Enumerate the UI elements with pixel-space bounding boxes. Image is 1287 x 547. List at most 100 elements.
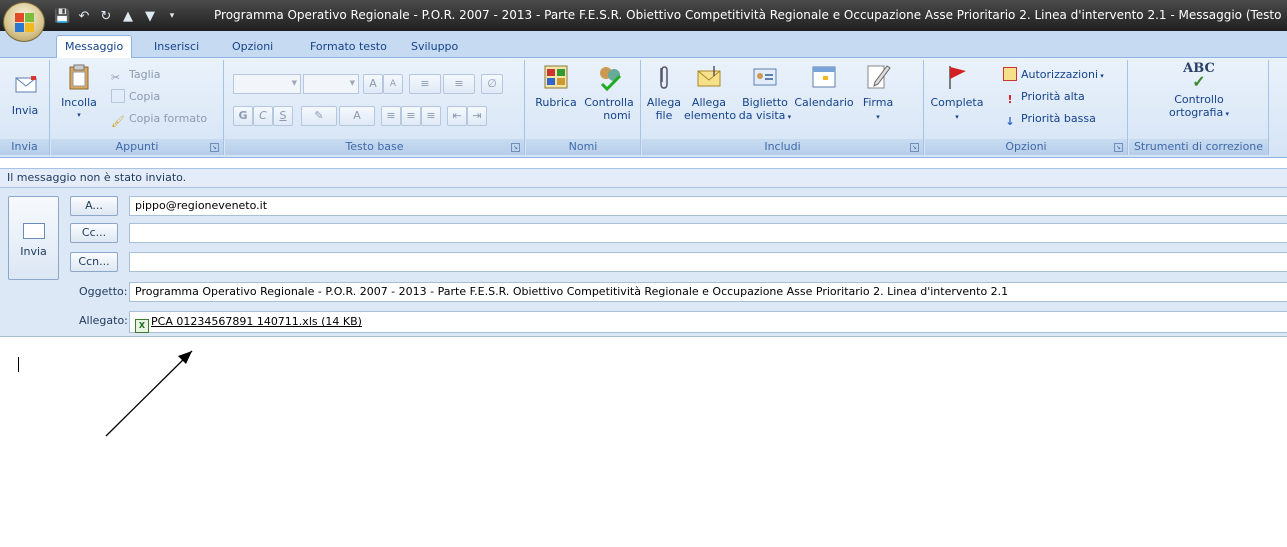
cc-button[interactable]: Cc...	[70, 223, 118, 243]
chevron-down-icon: ▼	[349, 79, 355, 87]
underline-label: S	[279, 109, 287, 122]
signature-button[interactable]: Firma ▾	[858, 62, 898, 124]
spelling-abc-icon: ABC ✓	[1149, 62, 1249, 91]
undo-icon[interactable]: ↶	[76, 9, 92, 24]
attachment-link[interactable]: PCA 01234567891 140711.xls (14 KB)	[151, 315, 362, 328]
text-caret	[18, 357, 19, 372]
decrease-indent-icon: ⇤	[452, 109, 462, 122]
window-title: Programma Operativo Regionale - P.O.R. 2…	[214, 8, 1284, 22]
align-right-button[interactable]: ≡	[421, 106, 441, 126]
font-color-icon: A	[353, 109, 361, 122]
info-bar: Il messaggio non è stato inviato.	[0, 168, 1287, 188]
attach-file-label-1: Allega	[646, 96, 682, 109]
tab-messaggio[interactable]: Messaggio	[56, 35, 133, 59]
send-button[interactable]: Invia	[6, 70, 44, 117]
highlight-button[interactable]: ✎	[301, 106, 337, 126]
underline-button[interactable]: S	[273, 106, 293, 126]
grow-font-button[interactable]: A	[363, 74, 383, 94]
outlook-compose-window: 💾 ↶ ↻ ▲ ▼ ▾ Programma Operativo Regional…	[0, 0, 1287, 547]
calendar-icon	[812, 66, 836, 88]
tab-opzioni[interactable]: Opzioni	[224, 37, 281, 58]
bcc-button[interactable]: Ccn...	[70, 252, 118, 272]
bcc-field[interactable]	[129, 252, 1287, 272]
cc-field[interactable]	[129, 223, 1287, 243]
tab-sviluppo[interactable]: Sviluppo	[403, 37, 466, 58]
format-painter-button[interactable]: 🖌 Copia formato	[111, 110, 207, 128]
calendar-label: Calendario	[794, 96, 854, 109]
exclamation-icon: !	[1007, 93, 1013, 106]
permissions-label: Autorizzazioni	[1021, 68, 1098, 81]
attach-item-button[interactable]: Allega elemento	[684, 62, 737, 122]
ribbon-tabs: Messaggio Inserisci Opzioni Formato test…	[0, 31, 1287, 59]
to-field[interactable]: pippo@regioneveneto.it	[129, 196, 1287, 216]
bold-button[interactable]: G	[233, 106, 253, 126]
checkmark-icon: ✓	[1192, 72, 1206, 91]
clear-format-button[interactable]: ∅	[481, 74, 503, 94]
business-card-button[interactable]: Biglietto da visita ▾	[738, 62, 792, 124]
includi-launcher-icon[interactable]: ↘	[910, 143, 919, 152]
shrink-font-button[interactable]: A	[383, 74, 403, 94]
align-left-button[interactable]: ≡	[381, 106, 401, 126]
group-label-testo-base: Testo base	[225, 139, 524, 155]
paste-button[interactable]: Incolla ▾	[59, 62, 99, 122]
office-button[interactable]	[3, 2, 45, 42]
decrease-indent-button[interactable]: ⇤	[447, 106, 467, 126]
next-item-icon[interactable]: ▼	[142, 9, 158, 24]
ribbon: Invia Invia Incolla ▾ ✂ Taglia Copia 🖌 Cop…	[0, 58, 1287, 158]
format-painter-icon: 🖌	[111, 115, 125, 128]
cut-button[interactable]: ✂ Taglia	[111, 66, 160, 84]
subject-label: Oggetto:	[79, 285, 128, 298]
font-color-button[interactable]: A	[339, 106, 375, 126]
font-size-combo[interactable]: ▼	[303, 74, 359, 94]
chevron-down-icon: ▼	[291, 79, 297, 87]
address-book-button[interactable]: Rubrica	[532, 62, 580, 109]
font-name-combo[interactable]: ▼	[233, 74, 301, 94]
group-appunti: Incolla ▾ ✂ Taglia Copia 🖌 Copia formato A…	[51, 60, 224, 155]
compose-send-button[interactable]: Invia	[8, 196, 59, 280]
copy-button[interactable]: Copia	[111, 88, 160, 106]
check-names-label-1: Controlla	[584, 96, 634, 109]
tab-formato-testo[interactable]: Formato testo	[302, 37, 395, 58]
increase-indent-button[interactable]: ⇥	[467, 106, 487, 126]
annotation-arrow-icon	[105, 350, 193, 437]
previous-item-icon[interactable]: ▲	[120, 9, 136, 24]
group-testo-base: ▼ ▼ A A ≡ ≡ ∅ G C S ✎ A ≡ ≡ ≡ ⇤ ⇥ Testo …	[225, 60, 525, 155]
save-icon[interactable]: 💾	[54, 9, 70, 24]
spelling-button[interactable]: ABC ✓ Controllo ortografia ▾	[1149, 62, 1249, 121]
check-names-button[interactable]: Controlla nomi	[582, 62, 636, 122]
low-priority-button[interactable]: ↓ Priorità bassa	[1003, 110, 1095, 128]
testo-base-label-text: Testo base	[345, 140, 404, 153]
down-arrow-icon: ↓	[1005, 115, 1015, 128]
appunti-launcher-icon[interactable]: ↘	[210, 143, 219, 152]
to-button[interactable]: A...	[70, 196, 118, 216]
group-label-strumenti: Strumenti di correzione	[1129, 139, 1268, 155]
copy-icon	[111, 89, 125, 103]
attach-file-button[interactable]: Allega file	[646, 62, 682, 122]
bullets-button[interactable]: ≡	[409, 74, 441, 94]
attach-item-label-2: elemento	[684, 109, 737, 122]
follow-up-label: Completa	[930, 96, 984, 109]
shrink-font-label: A	[389, 79, 397, 89]
follow-up-button[interactable]: Completa ▾	[927, 62, 987, 124]
high-priority-button[interactable]: ! Priorità alta	[1003, 88, 1084, 106]
redo-icon[interactable]: ↻	[98, 9, 114, 24]
subject-field[interactable]: Programma Operativo Regionale - P.O.R. 2…	[129, 282, 1287, 302]
tab-inserisci[interactable]: Inserisci	[146, 37, 207, 58]
numbered-list-icon: ≡	[454, 77, 464, 90]
increase-indent-icon: ⇥	[472, 109, 482, 122]
customize-qat-icon[interactable]: ▾	[164, 11, 180, 21]
paperclip-icon	[660, 66, 668, 89]
paste-label: Incolla	[61, 96, 97, 109]
testo-base-launcher-icon[interactable]: ↘	[511, 143, 520, 152]
align-center-button[interactable]: ≡	[401, 106, 421, 126]
spelling-label-2: ortografia	[1169, 106, 1224, 119]
numbering-button[interactable]: ≡	[443, 74, 475, 94]
calendar-button[interactable]: Calendario	[792, 62, 856, 109]
spelling-label-1: Controllo	[1174, 93, 1224, 106]
italic-button[interactable]: C	[253, 106, 273, 126]
includi-label-text: Includi	[764, 140, 801, 153]
bold-label: G	[238, 109, 248, 122]
opzioni-launcher-icon[interactable]: ↘	[1114, 143, 1123, 152]
permissions-button[interactable]: Autorizzazioni ▾	[1003, 66, 1104, 84]
attach-file-label-2: file	[655, 109, 673, 122]
